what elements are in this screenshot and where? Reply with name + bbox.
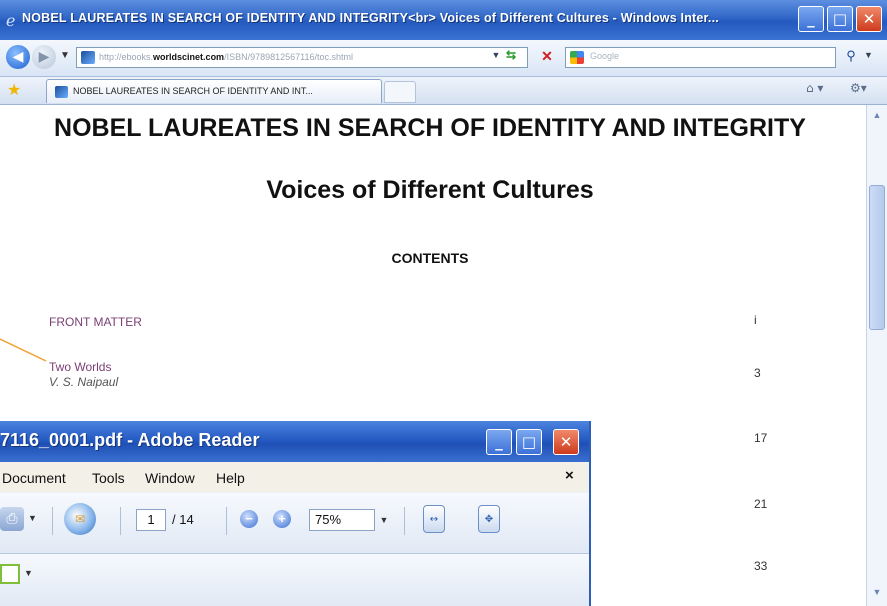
toc-link-two-worlds[interactable]: Two Worlds <box>49 360 111 374</box>
minimize-button[interactable]: _ <box>798 6 824 32</box>
toc-page-number: i <box>754 313 757 327</box>
toc-page-number: 17 <box>754 431 768 445</box>
reader-menubar: Document Tools Window Help × <box>0 462 589 492</box>
scroll-up-arrow-icon[interactable]: ▲ <box>869 108 885 122</box>
navigation-bar: ◀ ▶ ▼ http://ebooks.worldscinet.com/ISBN… <box>0 40 887 77</box>
vertical-scrollbar[interactable]: ▲ ▼ <box>866 105 887 606</box>
google-logo-icon <box>570 51 584 64</box>
close-button[interactable]: ✕ <box>856 6 882 32</box>
toolbar-divider <box>52 507 53 535</box>
back-arrow-icon[interactable]: ◀ <box>6 45 30 69</box>
forward-arrow-icon[interactable]: ▶ <box>32 45 56 69</box>
print-icon[interactable]: ⎙ <box>0 507 24 531</box>
new-tab-button[interactable] <box>384 81 416 103</box>
toolbar-divider <box>120 507 121 535</box>
url-path: /ISBN/9789812567116/toc.shtml <box>224 52 353 62</box>
search-input[interactable]: Google <box>565 47 836 68</box>
reader-maximize-button[interactable]: □ <box>516 429 542 455</box>
url-prefix: http://ebooks. <box>99 52 154 62</box>
toc-page-number: 33 <box>754 559 768 573</box>
toc-author: V. S. Naipaul <box>49 375 119 389</box>
fit-page-icon[interactable]: ✥ <box>478 505 500 533</box>
site-favicon-icon <box>55 86 68 98</box>
tab-bar: ★ NOBEL LAUREATES IN SEARCH OF IDENTITY … <box>0 77 887 105</box>
select-tool-dropdown-icon[interactable]: ▼ <box>24 568 33 578</box>
zoom-dropdown-icon[interactable]: ▼ <box>377 509 391 531</box>
search-options-dropdown-icon[interactable]: ▼ <box>864 50 873 60</box>
close-document-icon[interactable]: × <box>565 467 574 484</box>
zoom-out-icon[interactable]: − <box>240 510 258 528</box>
scroll-thumb[interactable] <box>869 185 885 330</box>
reader-titlebar[interactable]: 7116_0001.pdf - Adobe Reader _ □ ✕ <box>0 421 589 462</box>
tab-label: NOBEL LAUREATES IN SEARCH OF IDENTITY AN… <box>73 86 313 96</box>
toc-page-number: 21 <box>754 497 768 511</box>
fit-width-icon[interactable]: ↔ <box>423 505 445 533</box>
zoom-in-icon[interactable]: + <box>273 510 291 528</box>
maximize-button[interactable]: □ <box>827 6 853 32</box>
menu-tools[interactable]: Tools <box>92 470 125 486</box>
reader-title: 7116_0001.pdf - Adobe Reader <box>0 430 260 450</box>
address-bar[interactable]: http://ebooks.worldscinet.com/ISBN/97898… <box>76 47 528 68</box>
gear-icon[interactable]: ⚙▾ <box>850 81 867 95</box>
browser-titlebar[interactable]: ℯ NOBEL LAUREATES IN SEARCH OF IDENTITY … <box>0 0 887 40</box>
contents-heading: CONTENTS <box>391 250 469 266</box>
scroll-down-arrow-icon[interactable]: ▼ <box>869 585 885 599</box>
tab-current-page[interactable]: NOBEL LAUREATES IN SEARCH OF IDENTITY AN… <box>46 79 382 103</box>
book-subtitle: Voices of Different Cultures <box>266 176 594 204</box>
print-dropdown-icon[interactable]: ▼ <box>28 513 37 523</box>
home-icon[interactable]: ⌂ ▾ <box>806 81 823 95</box>
stop-icon[interactable]: ✕ <box>538 48 556 66</box>
page-total: / 14 <box>172 512 194 527</box>
ie-logo-icon: ℯ <box>6 11 16 30</box>
reader-close-button[interactable]: ✕ <box>553 429 579 455</box>
url-domain: worldscinet.com <box>153 52 225 62</box>
collaborate-icon[interactable]: ✉ <box>64 503 96 535</box>
menu-window[interactable]: Window <box>145 470 195 486</box>
recent-pages-dropdown-icon[interactable]: ▼ <box>60 50 70 61</box>
page-number-input[interactable]: 1 <box>136 509 166 531</box>
toc-link-front-matter[interactable]: FRONT MATTER <box>49 315 142 329</box>
reader-toolbar: ⎙ ▼ ✉ 1 / 14 − + 75% ▼ ↔ ✥ <box>0 493 589 554</box>
menu-document[interactable]: Document <box>2 470 66 486</box>
book-title: NOBEL LAUREATES IN SEARCH OF IDENTITY AN… <box>54 114 806 142</box>
select-tool-icon[interactable] <box>0 564 20 584</box>
reader-minimize-button[interactable]: _ <box>486 429 512 455</box>
search-placeholder: Google <box>590 51 620 61</box>
star-icon[interactable]: ★ <box>7 80 21 99</box>
callout-pointer <box>0 338 47 362</box>
refresh-icon[interactable]: ⇆ <box>501 48 521 66</box>
reader-secondary-toolbar: ▼ <box>0 554 589 606</box>
menu-help[interactable]: Help <box>216 470 245 486</box>
adobe-reader-window: 7116_0001.pdf - Adobe Reader _ □ ✕ Docum… <box>0 421 591 606</box>
toolbar-divider <box>226 507 227 535</box>
site-favicon-icon <box>81 51 95 64</box>
toc-page-number: 3 <box>754 366 761 380</box>
magnifier-icon[interactable]: ⚲ <box>840 48 862 66</box>
toolbar-divider <box>404 507 405 535</box>
browser-title: NOBEL LAUREATES IN SEARCH OF IDENTITY AN… <box>22 11 719 25</box>
zoom-level-field[interactable]: 75% <box>309 509 375 531</box>
